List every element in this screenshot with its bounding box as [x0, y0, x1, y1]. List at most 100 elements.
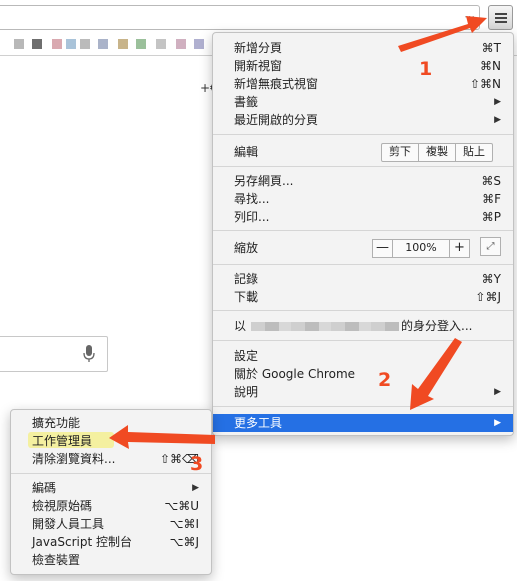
menu-item-new-incognito[interactable]: 新增無痕式視窗 ⇧⌘N — [213, 75, 513, 93]
zoom-control: — 100% + — [372, 239, 470, 258]
zoom-out-button[interactable]: — — [373, 240, 392, 257]
menu-item-label: 說明 — [234, 385, 259, 399]
menu-shortcut: ⌘S — [481, 174, 501, 188]
paste-button[interactable]: 貼上 — [455, 144, 492, 161]
menu-item-edit: 編輯 剪下 複製 貼上 — [213, 141, 513, 163]
blurred-bookmark[interactable] — [118, 39, 128, 49]
menu-divider — [213, 264, 513, 265]
menu-item-clear-data[interactable]: 清除瀏覽資料... ⇧⌘⌫ — [11, 450, 211, 468]
menu-item-label: 最近開啟的分頁 — [234, 113, 319, 127]
menu-item-save-page[interactable]: 另存網頁... ⌘S — [213, 172, 513, 190]
menu-item-label: 列印... — [234, 210, 270, 224]
address-bar[interactable]: ⋯ — [0, 5, 480, 30]
menu-item-about[interactable]: 關於 Google Chrome — [213, 365, 513, 383]
signin-suffix: 的身分登入... — [401, 319, 473, 333]
menu-shortcut: ⌘T — [481, 41, 501, 55]
hamburger-icon-line — [495, 17, 507, 19]
copy-button[interactable]: 複製 — [418, 144, 455, 161]
menu-item-label: 設定 — [234, 349, 259, 363]
menu-item-dev-tools[interactable]: 開發人員工具 ⌥⌘I — [11, 515, 211, 533]
menu-item-history[interactable]: 記錄 ⌘Y — [213, 270, 513, 288]
menu-item-label: 新增分頁 — [234, 41, 283, 55]
menu-item-label: 更多工具 — [234, 416, 283, 430]
step-number-2: 2 — [378, 369, 392, 391]
blurred-account-email — [251, 322, 399, 331]
chrome-menu-button[interactable] — [488, 5, 513, 30]
menu-item-more-tools[interactable]: 更多工具 ▶ — [213, 414, 513, 432]
fullscreen-icon[interactable]: ⤢ — [480, 237, 501, 256]
menu-item-label: 下載 — [234, 290, 259, 304]
menu-item-settings[interactable]: 設定 — [213, 347, 513, 365]
menu-shortcut: ⌘Y — [481, 272, 501, 286]
menu-item-recent-tabs[interactable]: 最近開啟的分頁 ▶ — [213, 111, 513, 129]
menu-shortcut: ⇧⌘N — [469, 77, 501, 91]
menu-item-bookmarks[interactable]: 書籤 ▶ — [213, 93, 513, 111]
menu-divider — [213, 166, 513, 167]
menu-item-help[interactable]: 說明 ▶ — [213, 383, 513, 401]
menu-shortcut: ⌘N — [480, 59, 501, 73]
menu-item-print[interactable]: 列印... ⌘P — [213, 208, 513, 226]
blurred-bookmark[interactable] — [98, 39, 108, 49]
menu-item-label: 工作管理員 — [32, 434, 93, 448]
menu-item-label: 開新視窗 — [234, 59, 283, 73]
menu-item-inspect-devices[interactable]: 檢查裝置 — [11, 551, 211, 569]
menu-item-label: 檢視原始碼 — [32, 499, 93, 513]
menu-shortcut: ⌥⌘J — [169, 535, 199, 549]
menu-shortcut: ⌘F — [482, 192, 501, 206]
menu-item-label: 另存網頁... — [234, 174, 294, 188]
microphone-icon[interactable] — [83, 345, 95, 363]
menu-item-label: 書籤 — [234, 95, 259, 109]
menu-item-view-source[interactable]: 檢視原始碼 ⌥⌘U — [11, 497, 211, 515]
edit-button-group: 剪下 複製 貼上 — [381, 143, 493, 162]
menu-item-find[interactable]: 尋找... ⌘F — [213, 190, 513, 208]
blurred-bookmark[interactable] — [194, 39, 204, 49]
menu-item-label: 開發人員工具 — [32, 517, 105, 531]
zoom-level: 100% — [392, 240, 450, 257]
submenu-arrow-icon: ▶ — [494, 115, 501, 125]
signin-prefix: 以 — [234, 319, 247, 333]
menu-item-label: 擴充功能 — [32, 416, 81, 430]
menu-divider — [213, 310, 513, 311]
menu-item-label: 編輯 — [234, 145, 259, 159]
menu-shortcut: ⌥⌘I — [169, 517, 199, 531]
blurred-bookmark[interactable] — [52, 39, 62, 49]
menu-item-zoom: 縮放 — 100% + ⤢ — [213, 236, 513, 260]
menu-item-extensions[interactable]: 擴充功能 — [11, 414, 211, 432]
blurred-bookmark[interactable] — [14, 39, 24, 49]
menu-item-downloads[interactable]: 下載 ⇧⌘J — [213, 288, 513, 306]
menu-item-signin[interactable]: 以 的身分登入... — [213, 317, 513, 335]
menu-shortcut: ⌘P — [481, 210, 501, 224]
blurred-bookmark[interactable] — [32, 39, 42, 49]
menu-item-label: 清除瀏覽資料... — [32, 452, 116, 466]
menu-divider — [11, 473, 211, 474]
blurred-bookmark[interactable] — [156, 39, 166, 49]
menu-divider — [213, 230, 513, 231]
menu-divider — [213, 406, 513, 407]
submenu-arrow-icon: ▶ — [494, 97, 501, 107]
cut-button[interactable]: 剪下 — [382, 144, 418, 161]
menu-item-new-tab[interactable]: 新增分頁 ⌘T — [213, 39, 513, 57]
submenu-arrow-icon: ▶ — [192, 483, 199, 493]
menu-item-new-window[interactable]: 開新視窗 ⌘N — [213, 57, 513, 75]
more-tools-submenu: 擴充功能 工作管理員 清除瀏覽資料... ⇧⌘⌫ 編碼 ▶ 檢視原始碼 ⌥⌘U … — [10, 409, 212, 575]
search-input[interactable] — [0, 336, 108, 372]
menu-divider — [213, 134, 513, 135]
menu-item-label: 縮放 — [234, 241, 259, 255]
hamburger-icon-line — [495, 21, 507, 23]
menu-item-js-console[interactable]: JavaScript 控制台 ⌥⌘J — [11, 533, 211, 551]
menu-item-label: JavaScript 控制台 — [32, 535, 132, 549]
blurred-bookmark[interactable] — [136, 39, 146, 49]
menu-divider — [213, 340, 513, 341]
zoom-in-button[interactable]: + — [450, 240, 469, 257]
menu-item-encoding[interactable]: 編碼 ▶ — [11, 479, 211, 497]
blurred-bookmark[interactable] — [66, 39, 76, 49]
blurred-bookmark[interactable] — [176, 39, 186, 49]
blurred-bookmark[interactable] — [80, 39, 90, 49]
menu-item-label: 關於 Google Chrome — [234, 367, 356, 381]
step-number-3: 3 — [190, 453, 204, 475]
submenu-arrow-icon: ▶ — [494, 418, 501, 428]
hamburger-icon — [495, 13, 507, 15]
menu-item-label: 尋找... — [234, 192, 270, 206]
menu-item-task-manager[interactable]: 工作管理員 — [11, 432, 211, 450]
menu-item-label: 新增無痕式視窗 — [234, 77, 319, 91]
